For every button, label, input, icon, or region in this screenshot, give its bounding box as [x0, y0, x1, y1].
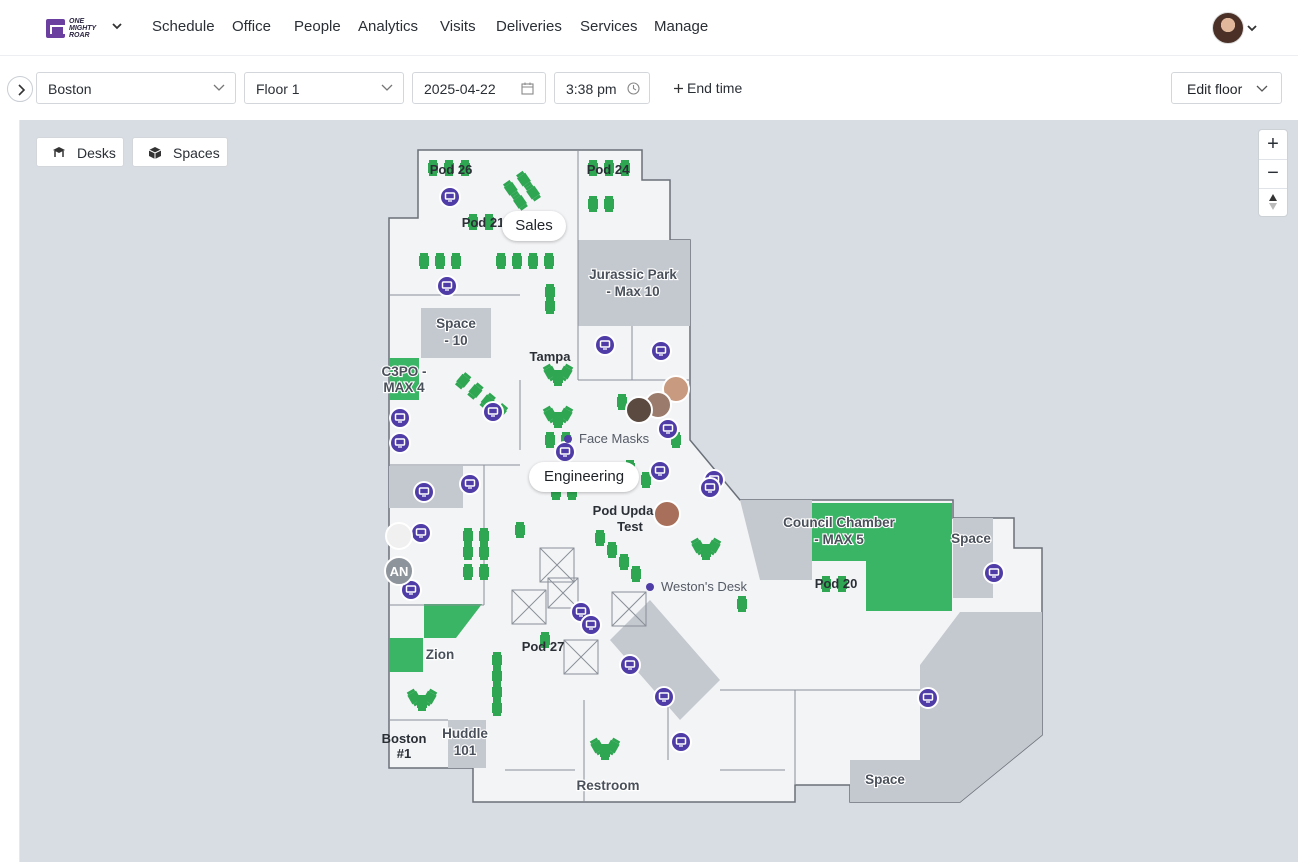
- space-room-right[interactable]: [953, 518, 993, 598]
- chevron-down-icon[interactable]: [112, 21, 122, 31]
- engineering-neighborhood-label[interactable]: Engineering: [529, 462, 639, 492]
- nav-people[interactable]: People: [294, 18, 341, 35]
- zoom-out-button[interactable]: −: [1259, 159, 1287, 188]
- boston-1-label: Boston: [382, 731, 427, 746]
- tampa-label: Tampa: [530, 349, 572, 364]
- company-logo[interactable]: ONE MIGHTY ROAR: [46, 17, 102, 39]
- council-chamber-label: Council Chamber: [783, 515, 896, 530]
- space-10-label-2: - 10: [444, 333, 467, 348]
- chevron-down-icon: [213, 84, 225, 91]
- user-avatar[interactable]: [1212, 12, 1244, 44]
- nav-manage[interactable]: Manage: [654, 18, 708, 35]
- spaces-toggle[interactable]: Spaces: [132, 137, 228, 167]
- logo-text: ONE MIGHTY ROAR: [69, 18, 97, 39]
- floor-value: Floor 1: [256, 81, 300, 97]
- space-right-label: Space: [951, 531, 991, 546]
- c3po-label-2: MAX 4: [383, 380, 425, 395]
- location-select[interactable]: Boston: [36, 72, 236, 104]
- council-chamber-label-2: - MAX 5: [814, 532, 864, 547]
- desks-label: Desks: [77, 145, 116, 161]
- time-input[interactable]: 3:38 pm: [554, 72, 650, 104]
- zoom-controls: + −: [1258, 129, 1288, 217]
- chevron-right-icon: [18, 84, 26, 96]
- zoom-in-button[interactable]: +: [1259, 130, 1287, 159]
- nav-office[interactable]: Office: [232, 18, 271, 35]
- pod-26-label: Pod 26: [430, 162, 473, 177]
- face-masks-dot[interactable]: [564, 435, 572, 443]
- chevron-down-icon: [381, 84, 393, 91]
- pod-update-label: Pod Upda: [593, 503, 654, 518]
- floor-plan[interactable]: AN Jurassic Park - Max 10 Space - 10 C3P…: [20, 120, 1298, 862]
- location-value: Boston: [48, 81, 92, 97]
- space-bottom-label: Space: [865, 772, 905, 787]
- pod-20-label: Pod 20: [815, 576, 858, 591]
- expand-sidebar-button[interactable]: [7, 76, 33, 102]
- huddle-101-label: Huddle: [442, 726, 488, 741]
- avatar-initials: AN: [390, 564, 409, 579]
- boston-1-label-2: #1: [397, 746, 411, 761]
- floor-select[interactable]: Floor 1: [244, 72, 404, 104]
- nav-schedule[interactable]: Schedule: [152, 18, 215, 35]
- c3po-label: C3PO -: [381, 364, 426, 379]
- date-input[interactable]: 2025-04-22: [412, 72, 546, 104]
- edit-floor-label: Edit floor: [1187, 81, 1243, 97]
- face-masks-label: Face Masks: [579, 431, 650, 446]
- end-time-label: End time: [687, 80, 743, 96]
- time-value: 3:38 pm: [566, 81, 617, 97]
- spaces-label: Spaces: [173, 145, 220, 161]
- pod-27-label: Pod 27: [522, 639, 565, 654]
- huddle-101-label-2: 101: [454, 743, 477, 758]
- restroom-label: Restroom: [576, 778, 639, 793]
- westons-desk-label: Weston's Desk: [661, 579, 748, 594]
- reset-north-button[interactable]: [1259, 188, 1287, 217]
- westons-desk-dot[interactable]: [646, 583, 654, 591]
- nav-services[interactable]: Services: [580, 18, 638, 35]
- chevron-down-icon[interactable]: [1247, 23, 1257, 33]
- zion-room[interactable]: [389, 638, 423, 672]
- desks-toggle[interactable]: Desks: [36, 137, 124, 167]
- pod-24-label: Pod 24: [587, 162, 630, 177]
- chevron-down-icon: [1256, 85, 1268, 92]
- desk-icon: [53, 147, 65, 157]
- nav-analytics[interactable]: Analytics: [358, 18, 418, 35]
- cube-icon: [148, 147, 162, 159]
- jurassic-park-room[interactable]: [578, 240, 690, 326]
- nav-deliveries[interactable]: Deliveries: [496, 18, 562, 35]
- plus-icon: [674, 84, 683, 93]
- sales-neighborhood-label[interactable]: Sales: [502, 211, 566, 241]
- logo-icon: [46, 19, 65, 38]
- edit-floor-button[interactable]: Edit floor: [1171, 72, 1282, 104]
- date-value: 2025-04-22: [424, 81, 496, 97]
- floor-map[interactable]: AN Jurassic Park - Max 10 Space - 10 C3P…: [20, 120, 1298, 862]
- nav-visits[interactable]: Visits: [440, 18, 476, 35]
- compass-icon: [1269, 194, 1277, 210]
- jurassic-park-label: Jurassic Park: [589, 267, 677, 282]
- calendar-icon: [521, 82, 534, 95]
- top-navigation: ONE MIGHTY ROAR Schedule Office People A…: [0, 0, 1298, 56]
- clock-icon: [627, 82, 640, 95]
- add-end-time-button[interactable]: End time: [673, 80, 742, 96]
- jurassic-park-label-2: - Max 10: [606, 284, 659, 299]
- pod-update-label-2: Test: [617, 519, 643, 534]
- zion-label: Zion: [426, 647, 455, 662]
- sidebar-collapsed: [0, 120, 20, 862]
- space-10-label: Space: [436, 316, 476, 331]
- pod-21-label: Pod 21: [462, 215, 505, 230]
